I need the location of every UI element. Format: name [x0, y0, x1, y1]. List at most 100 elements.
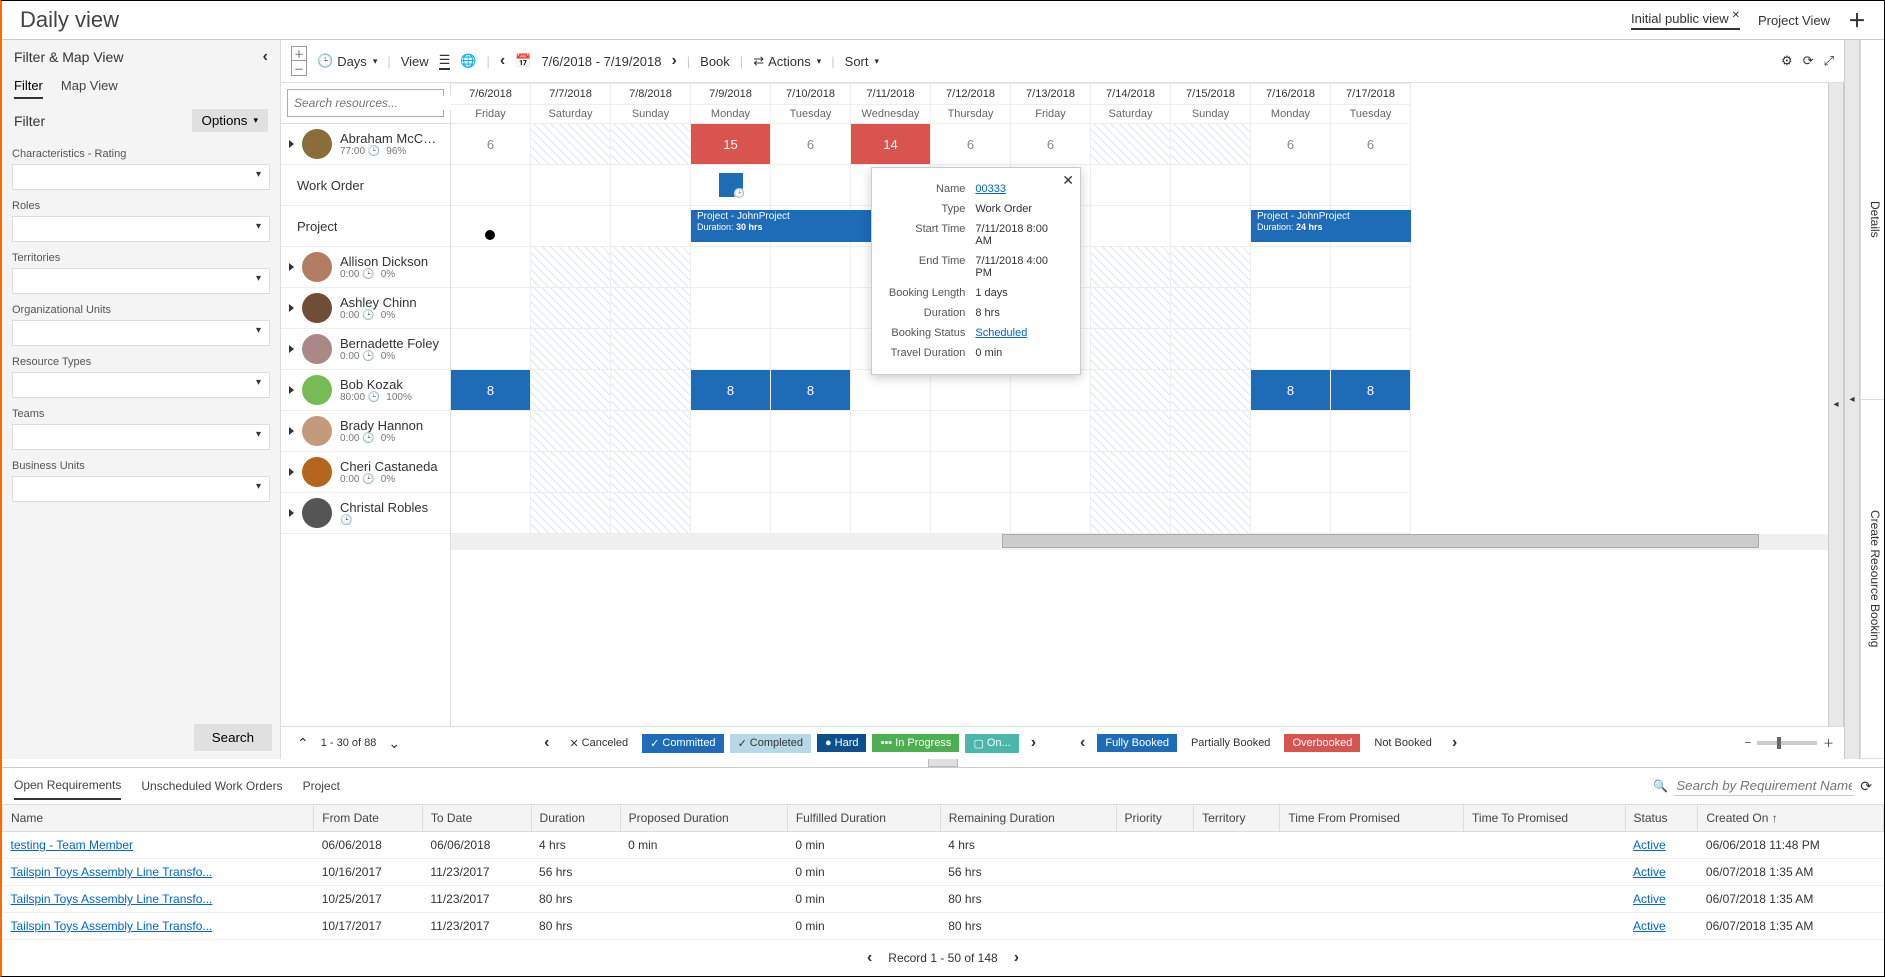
grid-cell[interactable]: [611, 493, 691, 534]
grid-cell[interactable]: [691, 493, 771, 534]
grid-cell[interactable]: [851, 411, 931, 452]
table-row[interactable]: Tailspin Toys Assembly Line Transfo...10…: [3, 886, 1884, 913]
column-header[interactable]: Proposed Duration: [620, 805, 787, 832]
column-header[interactable]: From Date: [314, 805, 423, 832]
requirement-link[interactable]: Tailspin Toys Assembly Line Transfo...: [11, 865, 213, 879]
settings-icon[interactable]: ⚙: [1781, 53, 1793, 69]
requirement-link[interactable]: testing - Team Member: [11, 838, 134, 852]
grid-cell[interactable]: [611, 165, 691, 206]
grid-cell[interactable]: [1251, 329, 1331, 370]
grid-cell[interactable]: [1011, 493, 1091, 534]
grid-cell[interactable]: [1011, 411, 1091, 452]
work-order-block[interactable]: [719, 173, 743, 197]
grid-cell[interactable]: [1091, 493, 1171, 534]
filter-select[interactable]: [12, 164, 270, 190]
grid-cell[interactable]: [931, 493, 1011, 534]
collapse-sidebar-icon[interactable]: [263, 48, 268, 66]
legend2-next[interactable]: [1446, 731, 1463, 755]
column-header[interactable]: To Date: [422, 805, 531, 832]
legend1-next[interactable]: [1025, 731, 1042, 755]
prev-range-button[interactable]: [500, 52, 505, 70]
grid-cell[interactable]: [1091, 370, 1171, 411]
grid-cell[interactable]: 6: [451, 124, 531, 165]
grid-cell[interactable]: [771, 452, 851, 493]
grid-cell[interactable]: [451, 493, 531, 534]
column-header[interactable]: Priority: [1116, 805, 1194, 832]
grid-cell[interactable]: [691, 329, 771, 370]
grid-cell[interactable]: [1171, 288, 1251, 329]
column-header[interactable]: Time To Promised: [1464, 805, 1625, 832]
resource-row[interactable]: Ashley Chinn0:00 🕒0%: [281, 288, 450, 329]
grid-cell[interactable]: [771, 329, 851, 370]
legend-hard[interactable]: ● Hard: [817, 734, 867, 752]
project-block[interactable]: Project - JohnProjectDuration: 30 hrs: [691, 210, 886, 242]
expand-collapse-control[interactable]: ＋－: [291, 46, 307, 76]
grid-cell[interactable]: [531, 493, 611, 534]
refresh-icon[interactable]: ⟳: [1803, 53, 1814, 69]
grid-cell[interactable]: [1331, 165, 1411, 206]
grid-cell[interactable]: [1251, 411, 1331, 452]
sidebar-tab-filter[interactable]: Filter: [14, 78, 43, 99]
filter-select[interactable]: [12, 268, 270, 294]
resource-row[interactable]: Bernadette Foley0:00 🕒0%: [281, 329, 450, 370]
grid-cell[interactable]: [531, 370, 611, 411]
legend-committed[interactable]: ✓ Committed: [642, 734, 723, 753]
grid-cell[interactable]: 6: [1331, 124, 1411, 165]
grid-cell[interactable]: [531, 411, 611, 452]
project-block[interactable]: Project - JohnProjectDuration: 24 hrs: [1251, 210, 1411, 242]
grid-cell[interactable]: [451, 165, 531, 206]
grid-cell[interactable]: 8: [451, 370, 531, 411]
book-button[interactable]: Book: [700, 54, 730, 69]
column-header[interactable]: Duration: [531, 805, 620, 832]
grid-cell[interactable]: [771, 411, 851, 452]
grid-cell[interactable]: [1091, 124, 1171, 165]
status-link[interactable]: Active: [1633, 838, 1666, 852]
grid-cell[interactable]: 8: [1251, 370, 1331, 411]
requirement-search-input[interactable]: [1674, 776, 1854, 796]
grid-cell[interactable]: [611, 370, 691, 411]
search-icon[interactable]: 🔍: [1653, 779, 1668, 793]
grid-cell[interactable]: 8: [771, 370, 851, 411]
column-header[interactable]: Time From Promised: [1280, 805, 1464, 832]
legend-on[interactable]: ▢ On...: [965, 734, 1018, 753]
filter-select[interactable]: [12, 476, 270, 502]
table-row[interactable]: Tailspin Toys Assembly Line Transfo...10…: [3, 913, 1884, 940]
column-header[interactable]: Name: [3, 805, 314, 832]
grid-cell[interactable]: [451, 247, 531, 288]
grid-cell[interactable]: [1091, 247, 1171, 288]
resource-row[interactable]: Project: [281, 206, 450, 247]
column-header[interactable]: Fulfilled Duration: [787, 805, 940, 832]
panel-resize-handle[interactable]: [928, 759, 958, 767]
requirement-link[interactable]: Tailspin Toys Assembly Line Transfo...: [11, 892, 213, 906]
expand-icon[interactable]: [289, 386, 294, 394]
grid-cell[interactable]: [851, 493, 931, 534]
resource-row[interactable]: Bob Kozak80:00 🕒100%: [281, 370, 450, 411]
collapse-right-handle[interactable]: ◂: [1828, 83, 1844, 726]
grid-cell[interactable]: [451, 329, 531, 370]
column-header[interactable]: Remaining Duration: [940, 805, 1116, 832]
grid-cell[interactable]: [451, 411, 531, 452]
expand-icon[interactable]: [289, 468, 294, 476]
close-icon[interactable]: ✕: [1062, 172, 1074, 189]
grid-cell[interactable]: [1091, 288, 1171, 329]
grid-cell[interactable]: [1091, 411, 1171, 452]
details-rail[interactable]: Details: [1861, 40, 1884, 400]
tab-open-requirements[interactable]: Open Requirements: [14, 772, 121, 800]
grid-cell[interactable]: [531, 206, 611, 247]
legend-canceled[interactable]: ✕ Canceled: [561, 734, 636, 753]
grid-cell[interactable]: [1251, 452, 1331, 493]
legend-fullybooked[interactable]: Fully Booked: [1097, 734, 1177, 752]
view-tab-initial[interactable]: Initial public view✕: [1631, 11, 1740, 30]
grid-cell[interactable]: [931, 370, 1011, 411]
grid-cell[interactable]: [611, 247, 691, 288]
resource-page-up[interactable]: ⌃: [291, 732, 315, 755]
resource-row[interactable]: Allison Dickson0:00 🕒0%: [281, 247, 450, 288]
column-header[interactable]: Territory: [1194, 805, 1280, 832]
status-link[interactable]: Active: [1633, 865, 1666, 879]
grid-cell[interactable]: 15: [691, 124, 771, 165]
grid-cell[interactable]: [771, 493, 851, 534]
grid-cell[interactable]: [931, 411, 1011, 452]
grid-cell[interactable]: [1091, 206, 1171, 247]
resource-row[interactable]: Cheri Castaneda0:00 🕒0%: [281, 452, 450, 493]
expand-icon[interactable]: [289, 304, 294, 312]
